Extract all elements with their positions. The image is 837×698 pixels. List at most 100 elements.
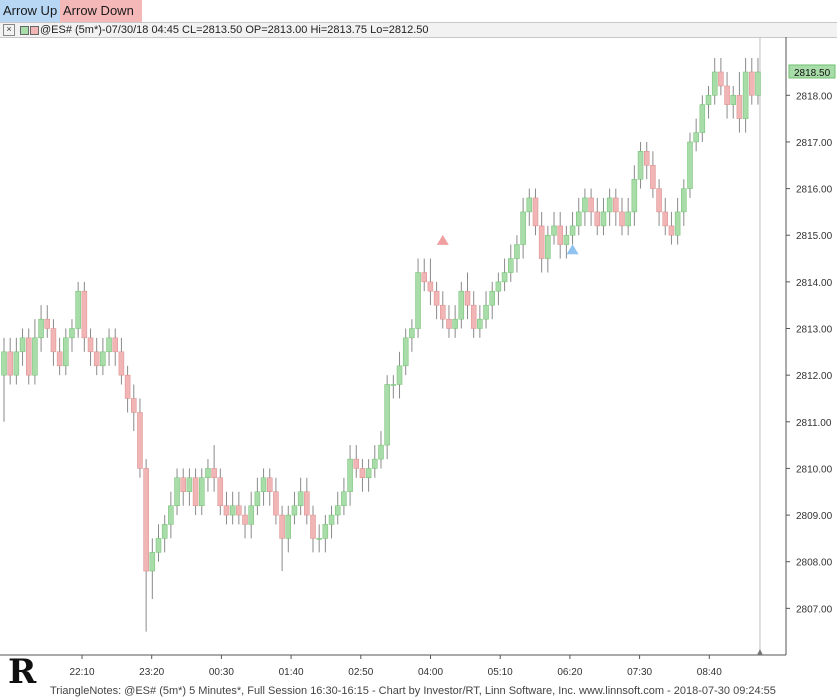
candle-body xyxy=(44,318,51,329)
candle-body xyxy=(452,318,458,329)
x-tick-label: 08:40 xyxy=(697,667,722,678)
candle-body xyxy=(378,444,384,460)
x-tick-label: 07:30 xyxy=(627,667,652,678)
close-icon[interactable]: × xyxy=(3,24,15,36)
candle-body xyxy=(613,197,619,213)
y-tick-label: 2810.00 xyxy=(796,464,833,475)
candle-body xyxy=(347,458,353,493)
candle-body xyxy=(508,258,514,273)
arrow-up-button[interactable]: Arrow Up xyxy=(0,0,63,22)
candle-body xyxy=(25,337,32,376)
x-tick-label: 01:40 xyxy=(279,667,304,678)
y-tick-label: 2812.00 xyxy=(796,371,833,382)
candle-body xyxy=(724,85,730,105)
candle-body xyxy=(180,477,186,493)
candle-body xyxy=(186,477,193,493)
candle-body xyxy=(662,211,669,227)
candle-body xyxy=(736,95,743,119)
footer-text: TriangleNotes: @ES# (5m*) 5 Minutes*, Fu… xyxy=(50,685,776,697)
candle-body xyxy=(606,197,613,213)
candle-body xyxy=(334,505,341,516)
candle-body xyxy=(273,491,279,516)
candle-body xyxy=(390,384,397,386)
chart-info-text: @ES# (5m*)-07/30/18 04:45 CL=2813.50 OP=… xyxy=(40,24,429,36)
arrow-down-marker-icon xyxy=(436,234,449,245)
x-tick-label: 05:10 xyxy=(488,667,513,678)
candle-body xyxy=(199,477,205,506)
candle-body xyxy=(687,141,693,189)
candle-body xyxy=(87,337,94,353)
candle-body xyxy=(699,104,706,133)
candle-body xyxy=(650,165,656,189)
candle-body xyxy=(458,290,465,320)
candle-body xyxy=(19,337,26,353)
candle-body xyxy=(149,552,156,572)
candle-body xyxy=(266,477,273,493)
candle-body xyxy=(643,151,650,166)
y-tick-label: 2811.00 xyxy=(796,418,832,429)
candle-body xyxy=(526,197,533,213)
candle-body xyxy=(396,365,403,385)
candle-body xyxy=(205,468,211,479)
x-tick-label: 23:20 xyxy=(139,667,164,678)
candle-body xyxy=(112,337,118,353)
candle-body xyxy=(316,538,322,540)
candle-body xyxy=(192,477,199,506)
candle-body xyxy=(322,524,329,539)
candle-body xyxy=(421,272,427,283)
candle-body xyxy=(38,318,44,339)
candle-body xyxy=(1,351,7,376)
candle-body xyxy=(569,225,576,236)
candle-body xyxy=(248,505,254,525)
cursor-marker-icon xyxy=(756,649,763,655)
x-tick-label: 04:00 xyxy=(418,667,443,678)
candle-body xyxy=(619,211,625,227)
candle-body xyxy=(242,514,248,525)
y-tick-label: 2809.00 xyxy=(796,511,833,522)
candle-body xyxy=(223,505,230,516)
up-color-swatch-icon xyxy=(20,26,29,35)
candlestick-chart[interactable]: 2807.00 2808.00 2809.00 2810.00 2811.00 2812.… xyxy=(0,37,837,684)
candle-body xyxy=(545,234,551,259)
candle-body xyxy=(32,337,38,376)
candle-body xyxy=(168,505,174,525)
arrow-down-button[interactable]: Arrow Down xyxy=(60,0,142,22)
footer: TriangleNotes: @ES# (5m*) 5 Minutes*, Fu… xyxy=(0,684,837,698)
candle-body xyxy=(681,188,687,213)
candle-body xyxy=(575,211,582,227)
candle-body xyxy=(359,468,366,479)
candle-body xyxy=(93,351,100,367)
candle-body xyxy=(588,197,594,213)
candle-body xyxy=(143,468,149,572)
candle-body xyxy=(131,398,137,413)
candle-body xyxy=(100,351,106,367)
candle-body xyxy=(749,71,755,96)
candle-body xyxy=(372,458,378,469)
candle-body xyxy=(755,71,761,96)
candle-body xyxy=(81,290,88,339)
candle-body xyxy=(501,272,508,283)
candle-body xyxy=(563,234,570,245)
y-tick-label: 2813.00 xyxy=(796,325,833,336)
x-tick-label: 00:30 xyxy=(209,667,234,678)
candle-body xyxy=(557,225,563,245)
candle-body xyxy=(483,304,489,320)
candle-body xyxy=(446,318,452,329)
candle-body xyxy=(161,524,168,539)
candle-body xyxy=(520,211,526,245)
candle-body xyxy=(705,95,712,105)
candle-body xyxy=(514,244,520,259)
candle-body xyxy=(236,505,242,516)
candle-body xyxy=(495,281,502,292)
candle-body xyxy=(402,337,409,367)
toolbar: Arrow Up Arrow Down xyxy=(0,0,837,22)
down-color-swatch-icon xyxy=(30,26,39,35)
candle-body xyxy=(304,491,310,516)
candle-body xyxy=(297,491,304,506)
candle-body xyxy=(341,491,347,506)
candle-body xyxy=(328,514,335,525)
candle-body xyxy=(118,351,125,376)
candle-body xyxy=(310,514,316,539)
candle-body xyxy=(174,477,180,506)
candle-body xyxy=(211,468,217,479)
